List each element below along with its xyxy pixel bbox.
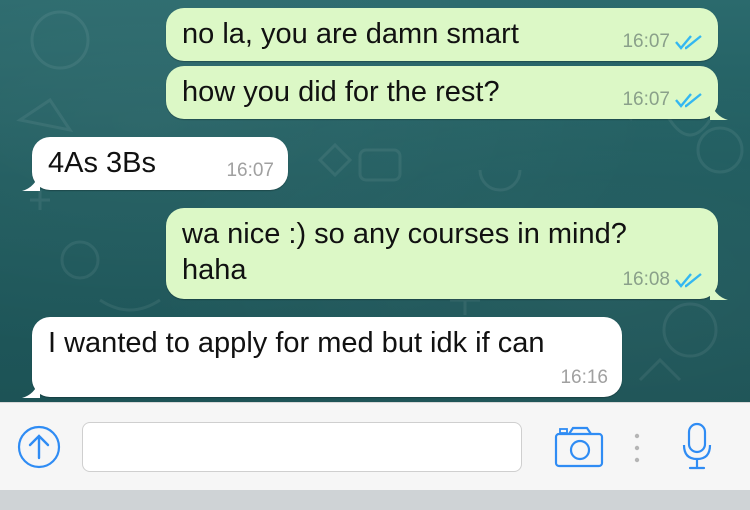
chat-area: no la, you are damn smart 16:07 how you … <box>0 0 750 402</box>
message-meta: 16:07 <box>622 89 704 111</box>
keyboard-top-strip <box>0 490 750 510</box>
double-check-icon <box>675 93 702 108</box>
message-text: wa nice :) so any courses in mind? haha <box>182 218 627 286</box>
microphone-icon[interactable] <box>680 421 714 473</box>
message-time: 16:16 <box>560 367 608 388</box>
double-check-icon <box>675 273 702 288</box>
message-bubble-outgoing[interactable]: how you did for the rest? 16:07 <box>166 66 728 120</box>
message-bubble-outgoing[interactable]: no la, you are damn smart 16:07 <box>166 8 718 61</box>
message-text-field[interactable] <box>82 422 522 472</box>
upload-arrow-icon[interactable] <box>16 424 62 470</box>
message-bubble-outgoing[interactable]: wa nice :) so any courses in mind? haha … <box>166 208 728 300</box>
message-text: how you did for the rest? <box>182 76 500 108</box>
message-time: 16:07 <box>226 160 274 181</box>
message-bubble-incoming[interactable]: I wanted to apply for med but idk if can… <box>22 317 622 398</box>
bubble-tail <box>710 100 728 120</box>
bubble-tail <box>710 280 728 300</box>
message-bubble-incoming[interactable]: 4As 3Bs 16:07 <box>22 137 288 191</box>
message-text: I wanted to apply for med but idk if can <box>48 327 545 359</box>
more-options-icon[interactable] <box>632 430 642 466</box>
message-meta: 16:08 <box>622 269 704 291</box>
message-text: 4As 3Bs <box>48 147 156 179</box>
message-meta: 16:07 <box>622 31 704 53</box>
message-text: no la, you are damn smart <box>182 18 519 50</box>
camera-icon[interactable] <box>553 425 607 469</box>
bubble-tail <box>22 171 40 191</box>
bubble-tail <box>22 378 40 398</box>
message-input-bar <box>0 402 750 491</box>
message-meta: 16:16 <box>560 367 608 389</box>
message-time: 16:07 <box>622 89 670 110</box>
double-check-icon <box>675 35 702 50</box>
message-time: 16:08 <box>622 269 670 290</box>
message-time: 16:07 <box>622 31 670 52</box>
message-meta: 16:07 <box>226 160 274 182</box>
